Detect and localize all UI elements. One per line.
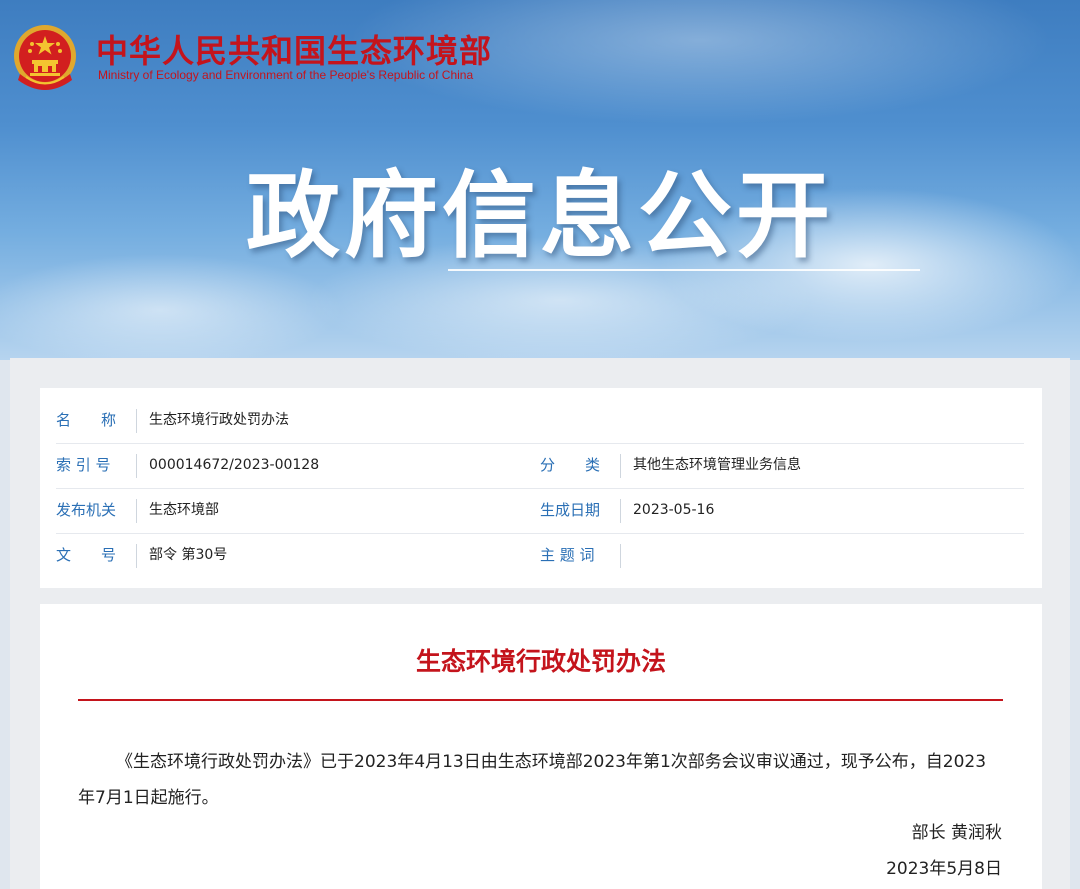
info-table: 名 称 生态环境行政处罚办法 索 引 号 000014672/2023-0012…: [40, 388, 1042, 588]
article-title: 生态环境行政处罚办法: [415, 647, 666, 676]
info-row-issuer: 发布机关 生态环境部 生成日期 2023-05-16: [56, 488, 1024, 534]
article-body: 《生态环境行政处罚办法》已于2023年4月13日由生态环境部2023年第1次部务…: [78, 752, 987, 808]
article-panel: 生态环境行政处罚办法 《生态环境行政处罚办法》已于2023年4月13日由生态环境…: [40, 604, 1042, 889]
index-value: 000014672/2023-00128: [149, 457, 320, 473]
index-label: 索 引 号: [56, 456, 111, 474]
name-label: 名 称: [56, 411, 117, 429]
banner-title: 政府信息公开: [245, 162, 834, 271]
date-value: 2023-05-16: [633, 502, 715, 518]
issuer-value: 生态环境部: [149, 502, 219, 518]
name-value: 生态环境行政处罚办法: [149, 412, 289, 428]
site-name-en[interactable]: Ministry of Ecology and Environment of t…: [98, 68, 473, 82]
signature-date: 2023年5月8日: [886, 859, 1002, 879]
divider: [136, 544, 137, 568]
category-value: 其他生态环境管理业务信息: [633, 457, 801, 473]
issuer-label: 发布机关: [56, 501, 117, 519]
info-row-index: 索 引 号 000014672/2023-00128 分 类 其他生态环境管理业…: [56, 443, 1024, 489]
banner-underline: [448, 269, 920, 271]
info-row-name: 名 称 生态环境行政处罚办法: [56, 398, 1024, 444]
divider: [136, 454, 137, 478]
divider: [620, 454, 621, 478]
divider: [136, 409, 137, 433]
header-banner: 中华人民共和国生态环境部 Ministry of Ecology and Env…: [0, 0, 1080, 360]
title-divider: [78, 699, 1003, 701]
doc-no-label: 文 号: [56, 546, 117, 564]
category-label: 分 类: [540, 456, 601, 474]
national-emblem-icon[interactable]: [10, 22, 80, 96]
divider: [620, 499, 621, 523]
divider: [620, 544, 621, 568]
keywords-label: 主 题 词: [540, 546, 595, 564]
divider: [136, 499, 137, 523]
signature: 部长 黄润秋: [911, 823, 1002, 843]
info-row-docno: 文 号 部令 第30号 主 题 词: [56, 533, 1024, 578]
doc-no-value: 部令 第30号: [149, 547, 228, 563]
site-name-cn[interactable]: 中华人民共和国生态环境部: [96, 26, 492, 72]
date-label: 生成日期: [540, 501, 601, 519]
